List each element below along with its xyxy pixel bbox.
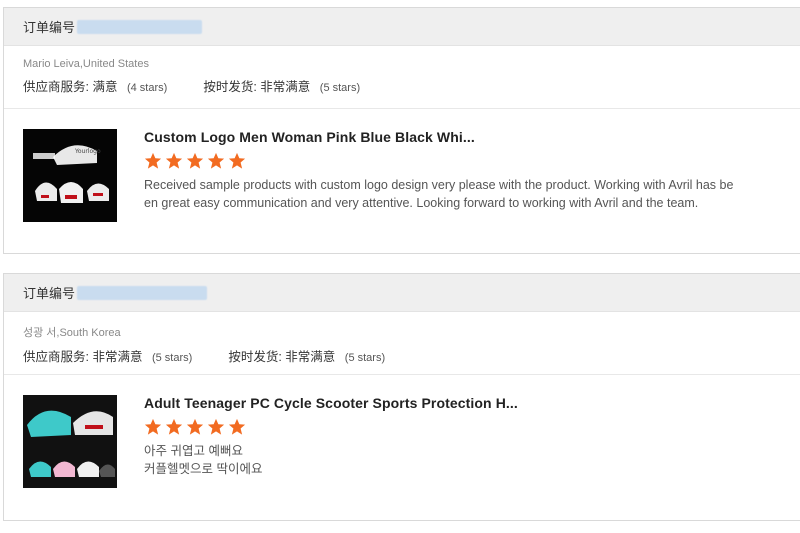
supplier-ratings: 供应商服务: 满意 (4 stars) 按时发货: 非常满意 (5 stars) — [23, 76, 783, 95]
product-review: Adult Teenager PC Cycle Scooter Sports P… — [4, 375, 800, 488]
on-time-label: 按时发货: — [203, 80, 257, 94]
buyer-name: Mario Leiva,United States — [23, 58, 149, 70]
review-card: 订单编号 Mario Leiva,United States 供应商服务: 满意… — [3, 7, 800, 254]
star-icon — [186, 152, 204, 169]
supplier-service-label: 供应商服务: — [23, 80, 89, 94]
star-icon — [144, 418, 162, 435]
supplier-service-stars: (5 stars) — [151, 352, 193, 364]
supplier-service-value: 非常满意 — [92, 350, 143, 364]
star-icon — [165, 418, 183, 435]
rating-stars — [144, 152, 783, 170]
on-time-value: 非常满意 — [285, 350, 336, 364]
on-time-stars: (5 stars) — [319, 82, 361, 94]
buyer-info: Mario Leiva,United States 供应商服务: 满意 (4 s… — [4, 46, 800, 109]
supplier-service-value: 满意 — [92, 80, 118, 94]
star-icon — [165, 152, 183, 169]
on-time-value: 非常满意 — [260, 80, 311, 94]
rating-stars — [144, 418, 783, 436]
star-icon — [144, 152, 162, 169]
supplier-service-rating: 供应商服务: 非常满意 (5 stars) — [23, 346, 192, 365]
on-time-rating: 按时发货: 非常满意 (5 stars) — [228, 346, 385, 365]
on-time-label: 按时发货: — [228, 350, 282, 364]
supplier-ratings: 供应商服务: 非常满意 (5 stars) 按时发货: 非常满意 (5 star… — [23, 346, 783, 365]
buyer-name: 성광 서,South Korea — [23, 327, 121, 339]
supplier-service-label: 供应商服务: — [23, 350, 89, 364]
review-line: 커플헬멧으로 딱이에요 — [144, 462, 263, 476]
star-icon — [186, 418, 204, 435]
order-header: 订单编号 — [4, 274, 800, 312]
product-review: Yourlogo Custom Logo Men Woman Pink Blue… — [4, 109, 800, 222]
review-text: Received sample products with custom log… — [144, 176, 766, 212]
order-number-label: 订单编号 — [23, 20, 76, 35]
star-icon — [228, 418, 246, 435]
star-icon — [207, 152, 225, 169]
product-image[interactable]: Yourlogo — [23, 129, 117, 222]
review-line: 아주 귀엽고 예뻐요 — [144, 444, 243, 458]
supplier-service-rating: 供应商服务: 满意 (4 stars) — [23, 76, 167, 95]
review-text: 아주 귀엽고 예뻐요 커플헬멧으로 딱이에요 — [144, 442, 766, 478]
review-line: en great easy communication and very att… — [144, 196, 699, 210]
supplier-service-stars: (4 stars) — [126, 82, 168, 94]
order-number-redacted — [77, 19, 203, 34]
product-image[interactable] — [23, 395, 117, 488]
order-number-redacted — [77, 285, 208, 300]
order-number-label: 订单编号 — [23, 286, 76, 301]
review-line: Received sample products with custom log… — [144, 178, 734, 192]
star-icon — [228, 152, 246, 169]
buyer-info: 성광 서,South Korea 供应商服务: 非常满意 (5 stars) 按… — [4, 312, 800, 375]
on-time-stars: (5 stars) — [344, 352, 386, 364]
review-card: 订单编号 성광 서,South Korea 供应商服务: 非常满意 (5 sta… — [3, 273, 800, 521]
on-time-rating: 按时发货: 非常满意 (5 stars) — [203, 76, 360, 95]
star-icon — [207, 418, 225, 435]
order-header: 订单编号 — [4, 8, 800, 46]
product-title[interactable]: Adult Teenager PC Cycle Scooter Sports P… — [144, 395, 783, 411]
svg-text:Yourlogo: Yourlogo — [74, 148, 101, 155]
product-title[interactable]: Custom Logo Men Woman Pink Blue Black Wh… — [144, 129, 783, 145]
